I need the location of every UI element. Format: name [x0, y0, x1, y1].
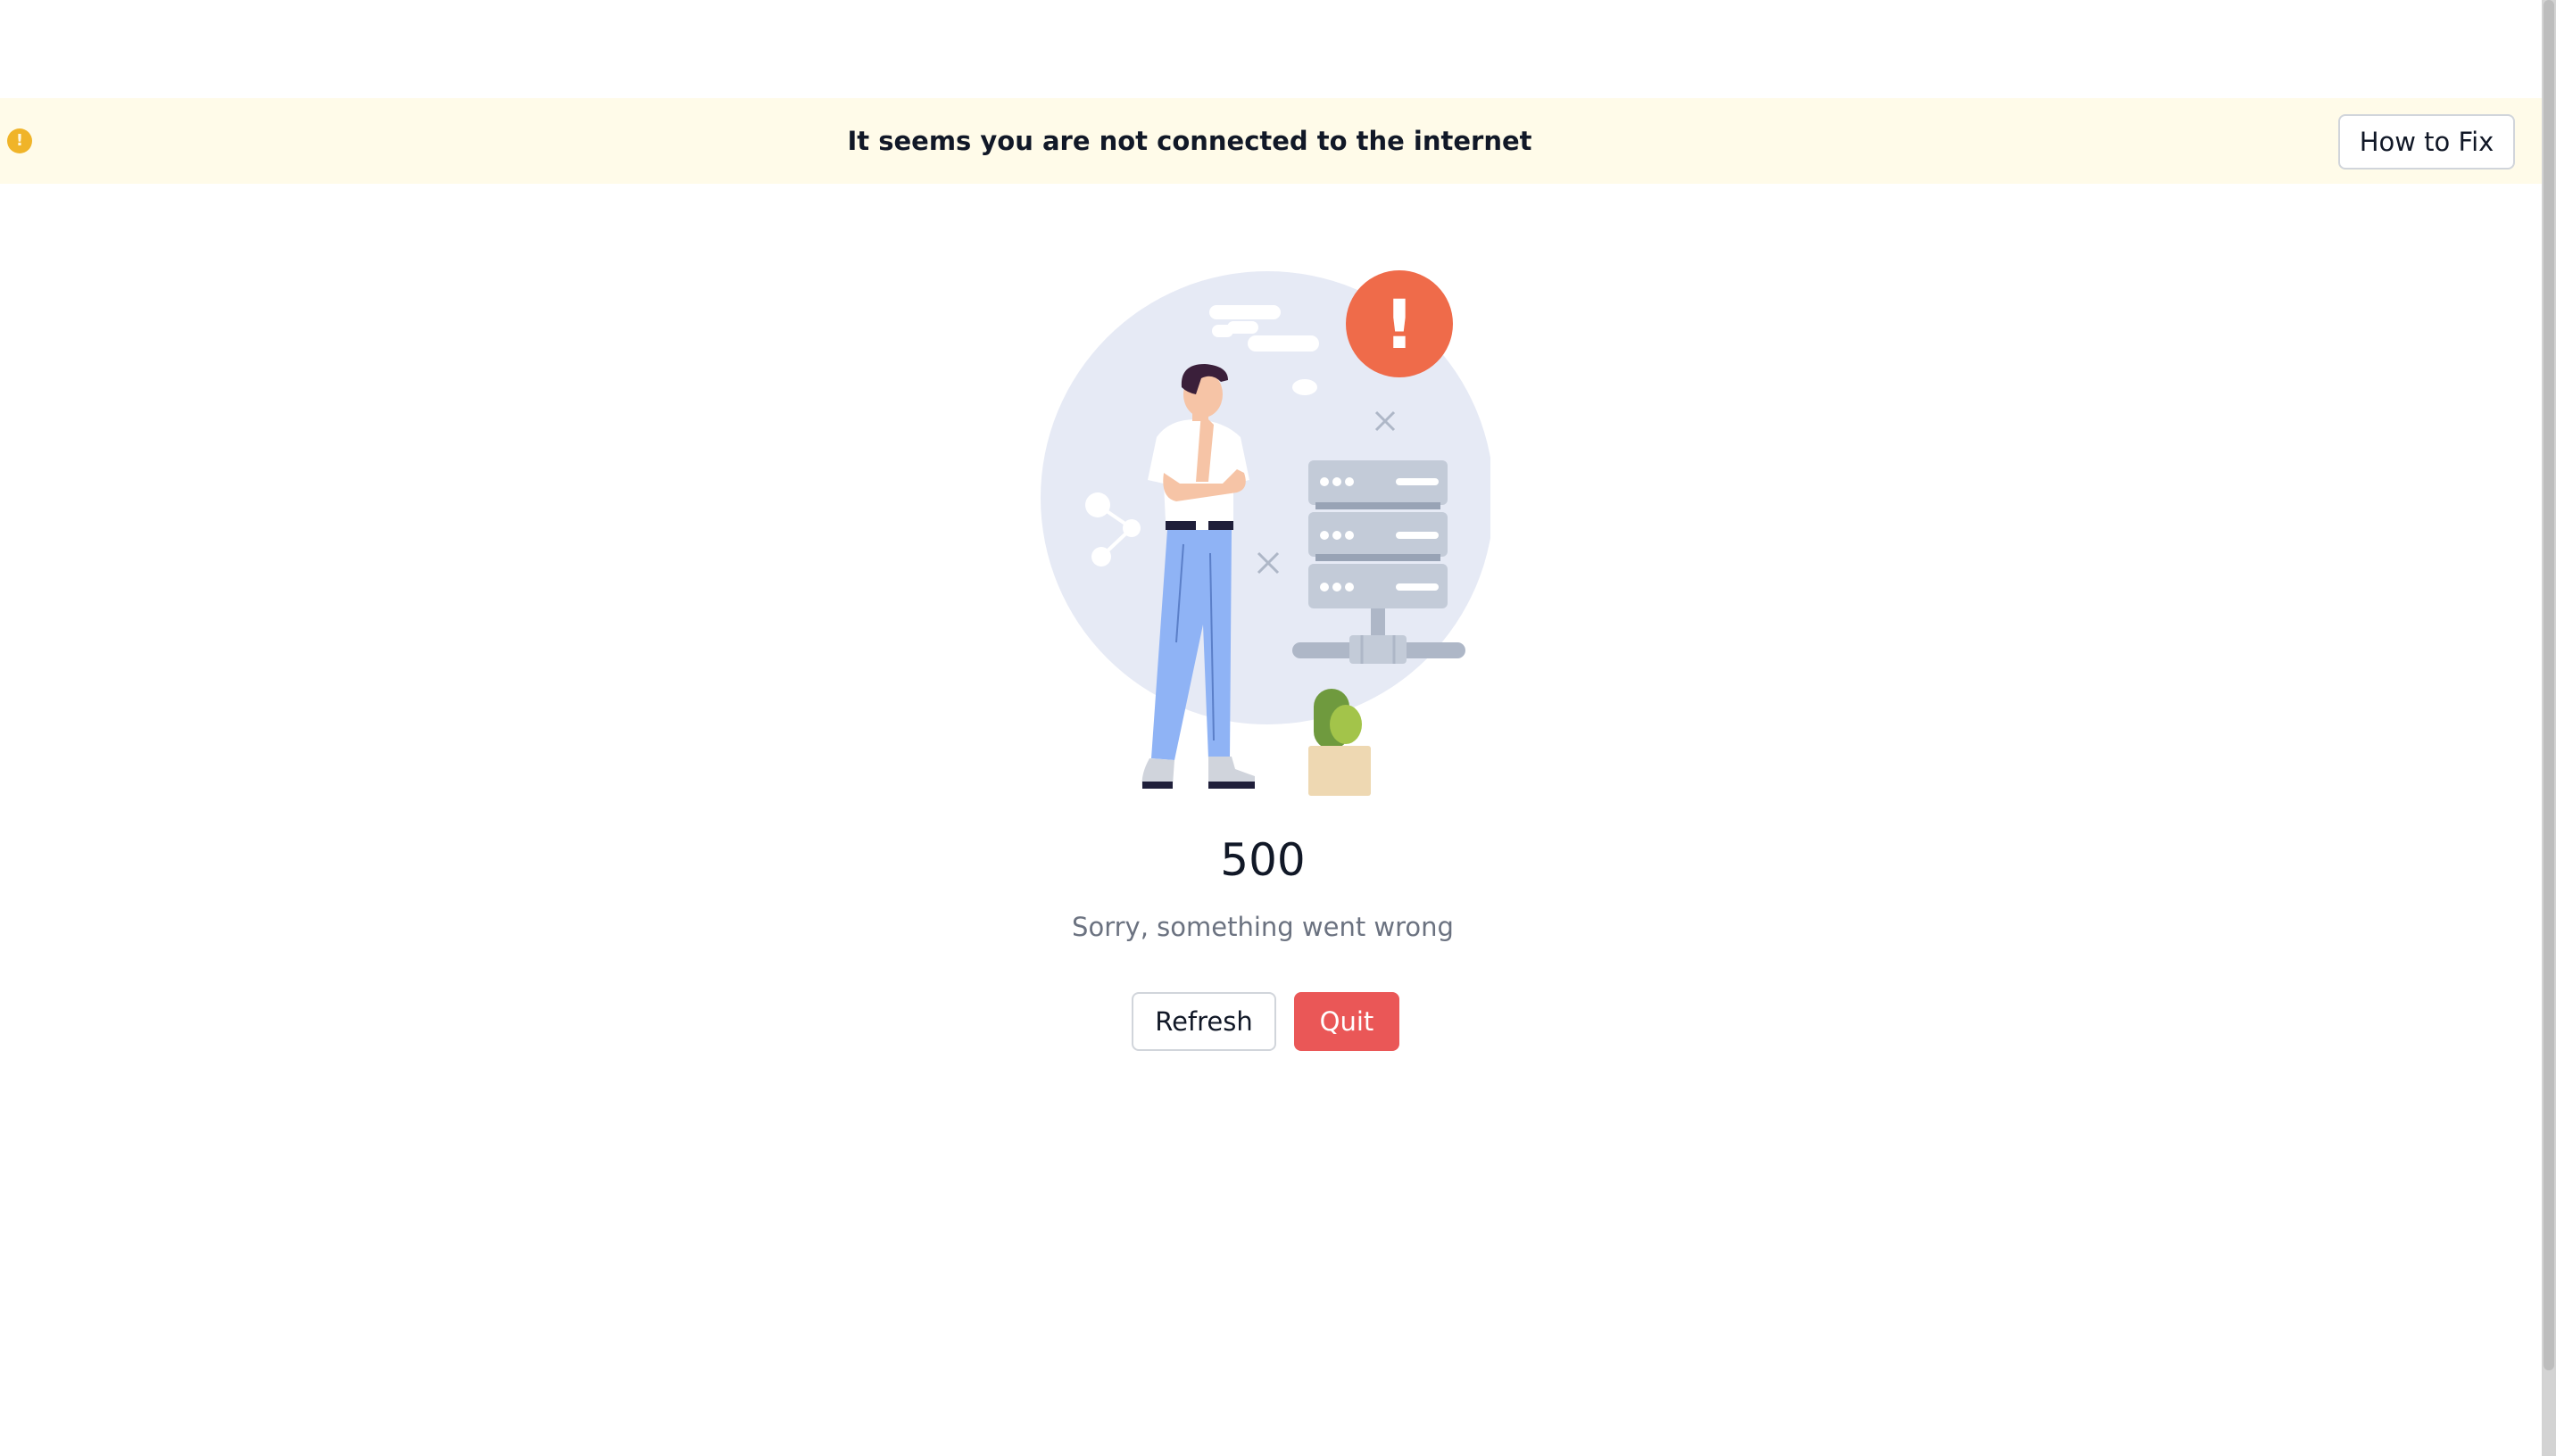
error-code: 500: [1220, 834, 1306, 886]
offline-banner: ! It seems you are not connected to the …: [0, 98, 2542, 184]
alert-badge-icon: !: [1346, 270, 1453, 377]
scrollbar[interactable]: [2542, 0, 2556, 1456]
scrollbar-thumb[interactable]: [2544, 0, 2554, 1370]
svg-text:!: !: [1384, 285, 1415, 364]
server-error-illustration: !: [1041, 270, 1490, 796]
error-page: ! It seems you are not connected to the …: [0, 0, 2556, 1456]
how-to-fix-button[interactable]: How to Fix: [2338, 114, 2515, 170]
refresh-button[interactable]: Refresh: [1132, 992, 1276, 1051]
plant-icon: [1308, 689, 1371, 796]
error-message: Sorry, something went wrong: [1072, 912, 1454, 942]
offline-message: It seems you are not connected to the in…: [847, 126, 1532, 156]
quit-button[interactable]: Quit: [1294, 992, 1399, 1051]
